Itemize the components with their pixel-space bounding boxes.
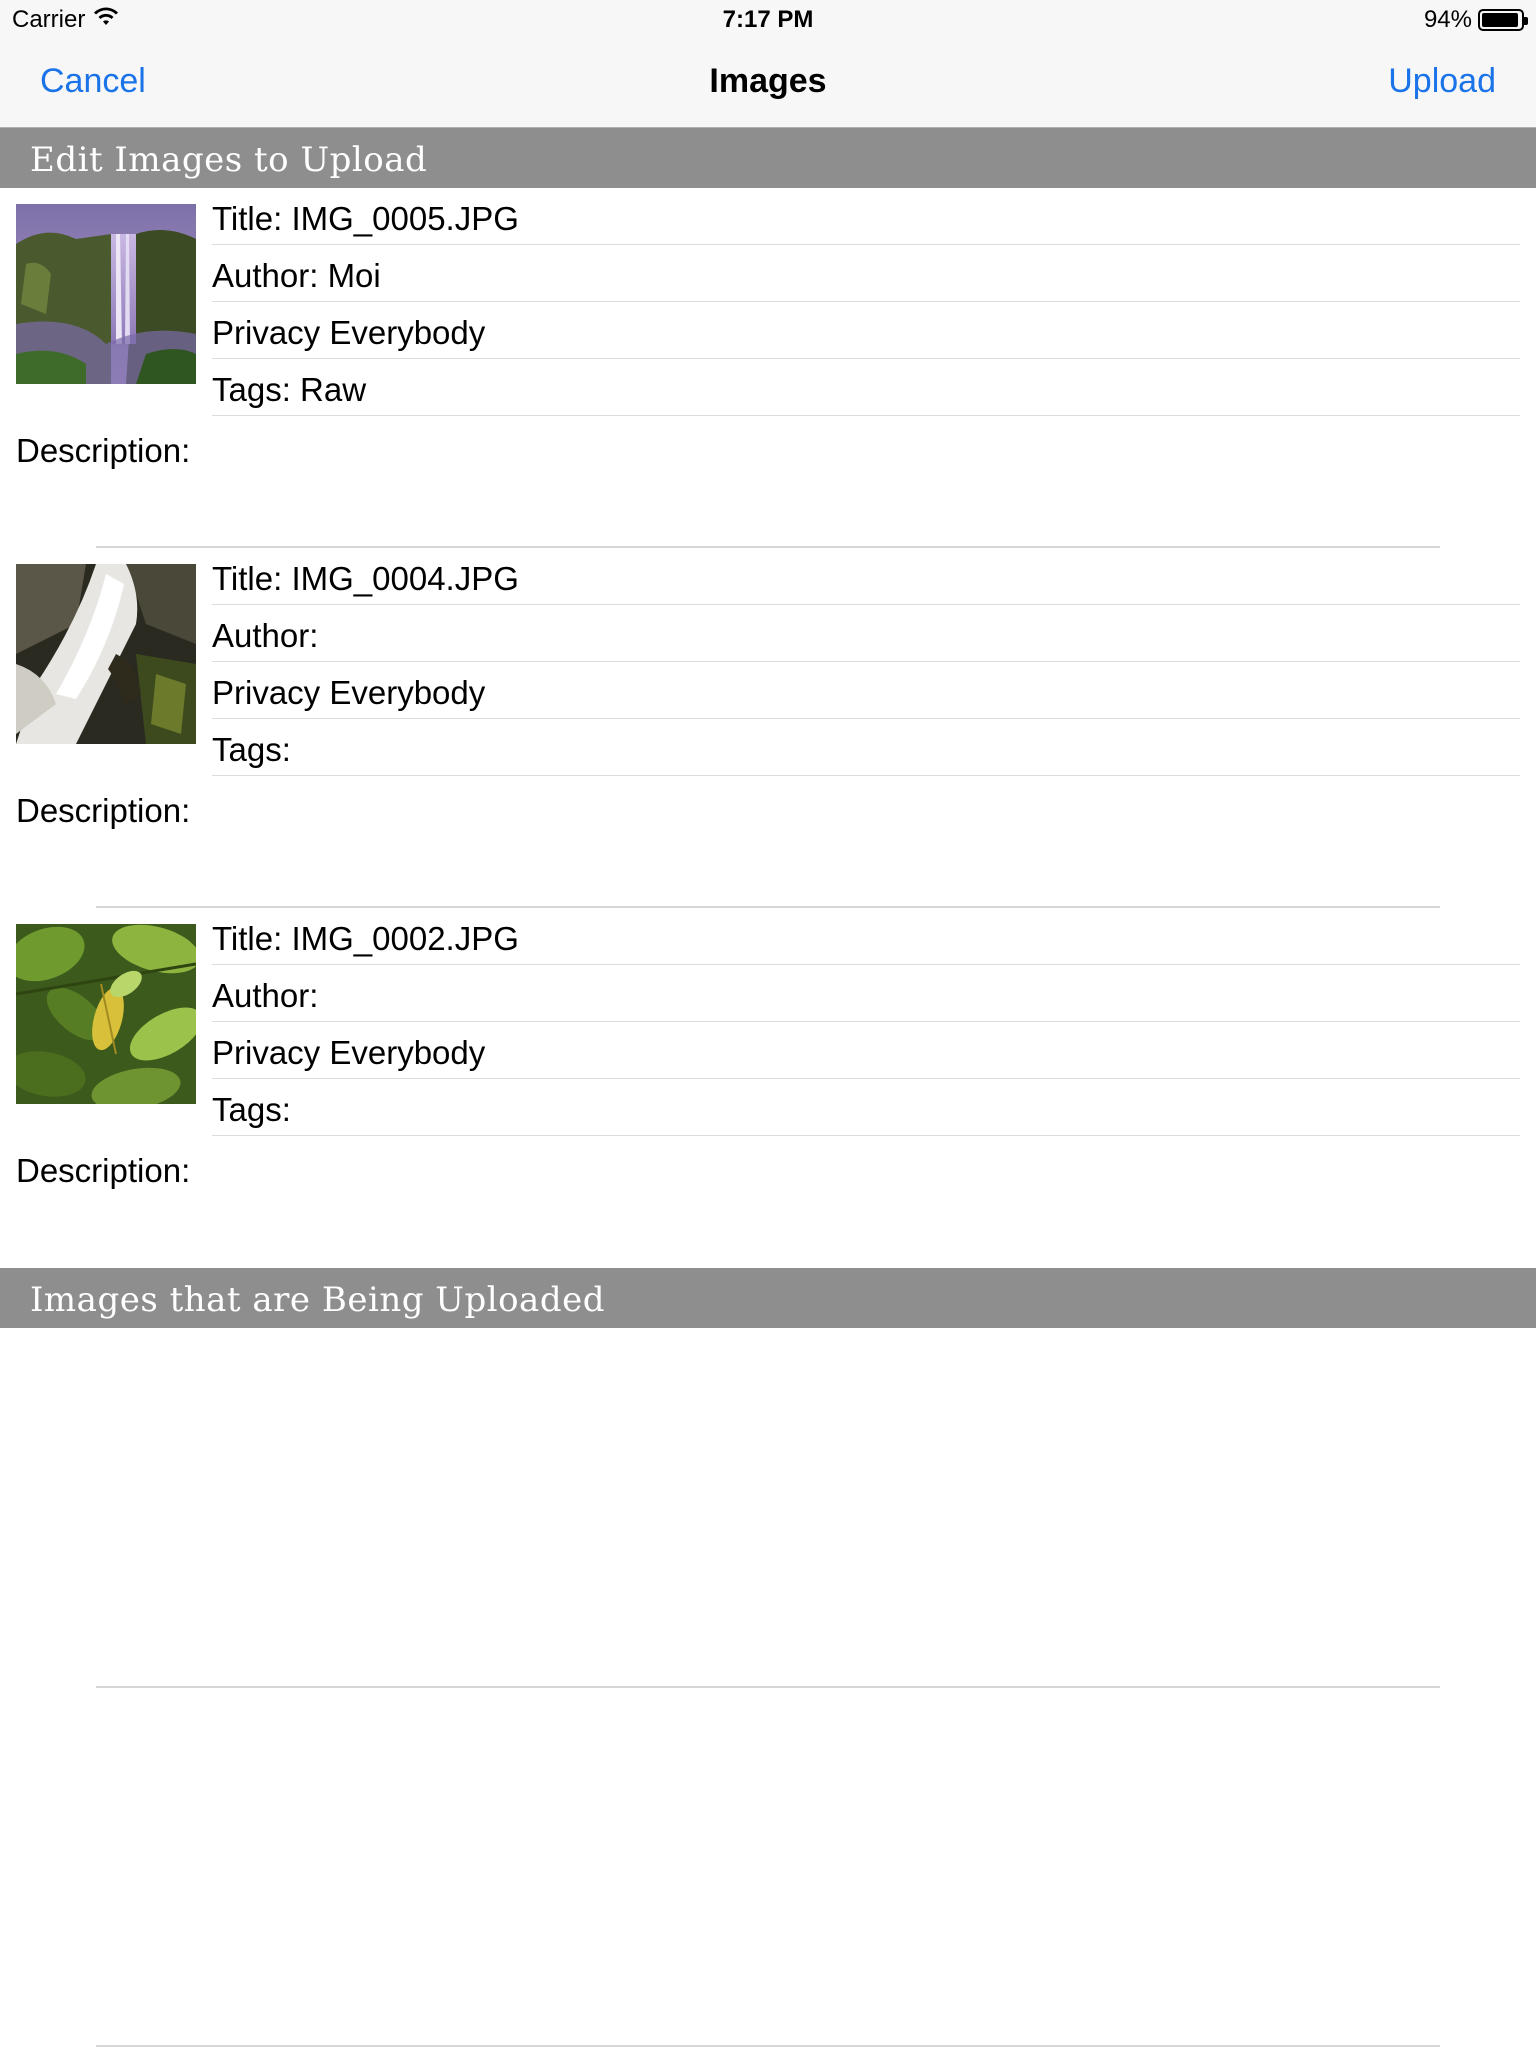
- description-label[interactable]: Description:: [16, 432, 190, 470]
- row-separator: [96, 1686, 1440, 1688]
- title-field[interactable]: Title: IMG_0002.JPG: [212, 908, 1520, 965]
- tags-field[interactable]: Tags: Raw: [212, 359, 1520, 416]
- image-item[interactable]: Title: IMG_0005.JPG Author: Moi Privacy …: [0, 188, 1536, 548]
- waterfall-rocks-thumbnail[interactable]: [16, 564, 196, 744]
- author-field[interactable]: Author:: [212, 965, 1520, 1022]
- image-item[interactable]: Title: IMG_0004.JPG Author: Privacy Ever…: [0, 548, 1536, 908]
- navigation-bar: Cancel Images Upload: [0, 40, 1536, 128]
- author-field[interactable]: Author: Moi: [212, 245, 1520, 302]
- description-label[interactable]: Description:: [16, 792, 190, 830]
- description-label[interactable]: Description:: [16, 1152, 190, 1190]
- image-item[interactable]: Title: IMG_0002.JPG Author: Privacy Ever…: [0, 908, 1536, 1268]
- status-bar: Carrier 7:17 PM 94%: [0, 0, 1536, 40]
- edit-section-header: Edit Images to Upload: [0, 128, 1536, 188]
- row-separator: [96, 2045, 1440, 2047]
- green-leaves-thumbnail[interactable]: [16, 924, 196, 1104]
- tags-field[interactable]: Tags:: [212, 1079, 1520, 1136]
- title-field[interactable]: Title: IMG_0005.JPG: [212, 188, 1520, 245]
- battery-icon: [1478, 9, 1528, 31]
- upload-button[interactable]: Upload: [1388, 62, 1496, 101]
- author-field[interactable]: Author:: [212, 605, 1520, 662]
- edit-section-title: Edit Images to Upload: [30, 140, 428, 180]
- battery-fill: [1482, 13, 1518, 27]
- page-title: Images: [709, 62, 827, 100]
- status-right: 94%: [1423, 6, 1528, 34]
- battery-tip: [1524, 17, 1528, 25]
- uploading-section-title: Images that are Being Uploaded: [30, 1280, 605, 1320]
- battery-percent: 94%: [1423, 6, 1472, 33]
- waterfall-cliff-thumbnail[interactable]: [16, 204, 196, 384]
- title-field[interactable]: Title: IMG_0004.JPG: [212, 548, 1520, 605]
- uploading-section-header: Images that are Being Uploaded: [0, 1268, 1536, 1328]
- tags-field[interactable]: Tags:: [212, 719, 1520, 776]
- privacy-field[interactable]: Privacy Everybody: [212, 662, 1520, 719]
- privacy-field[interactable]: Privacy Everybody: [212, 302, 1520, 359]
- privacy-field[interactable]: Privacy Everybody: [212, 1022, 1520, 1079]
- status-time: 7:17 PM: [722, 6, 814, 33]
